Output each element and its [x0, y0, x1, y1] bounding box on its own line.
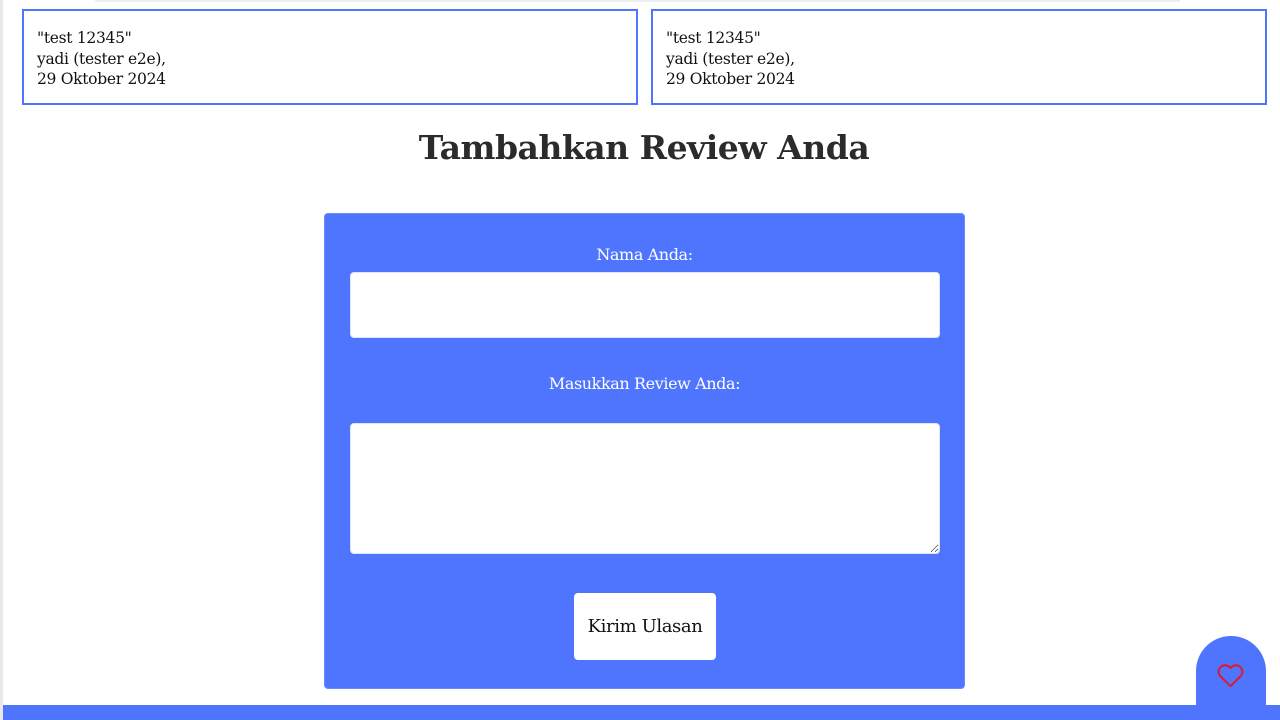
review-date: 29 Oktober 2024: [37, 70, 166, 88]
name-label: Nama Anda:: [596, 245, 693, 264]
review-textarea[interactable]: [350, 423, 940, 554]
review-card: "test 12345" yadi (tester e2e), 29 Oktob…: [22, 9, 638, 105]
top-divider: [95, 0, 1180, 2]
review-author: yadi (tester e2e),: [666, 49, 795, 68]
name-input[interactable]: [350, 272, 940, 338]
review-author: yadi (tester e2e),: [37, 49, 166, 68]
page: "test 12345" yadi (tester e2e), 29 Oktob…: [0, 0, 1280, 720]
submit-review-button[interactable]: Kirim Ulasan: [574, 593, 716, 660]
add-review-title: Tambahkan Review Anda: [418, 128, 870, 167]
review-label: Masukkan Review Anda:: [548, 374, 741, 393]
heart-icon: [1217, 664, 1244, 688]
review-text: "test 12345": [37, 29, 132, 47]
footer-bar: [3, 705, 1280, 720]
review-date: 29 Oktober 2024: [666, 70, 795, 88]
review-card: "test 12345" yadi (tester e2e), 29 Oktob…: [651, 9, 1267, 105]
review-text: "test 12345": [666, 29, 761, 47]
left-scroll-edge: [0, 0, 3, 720]
review-form: Nama Anda: Masukkan Review Anda: Kirim U…: [324, 213, 965, 689]
favorite-button[interactable]: [1196, 636, 1266, 716]
